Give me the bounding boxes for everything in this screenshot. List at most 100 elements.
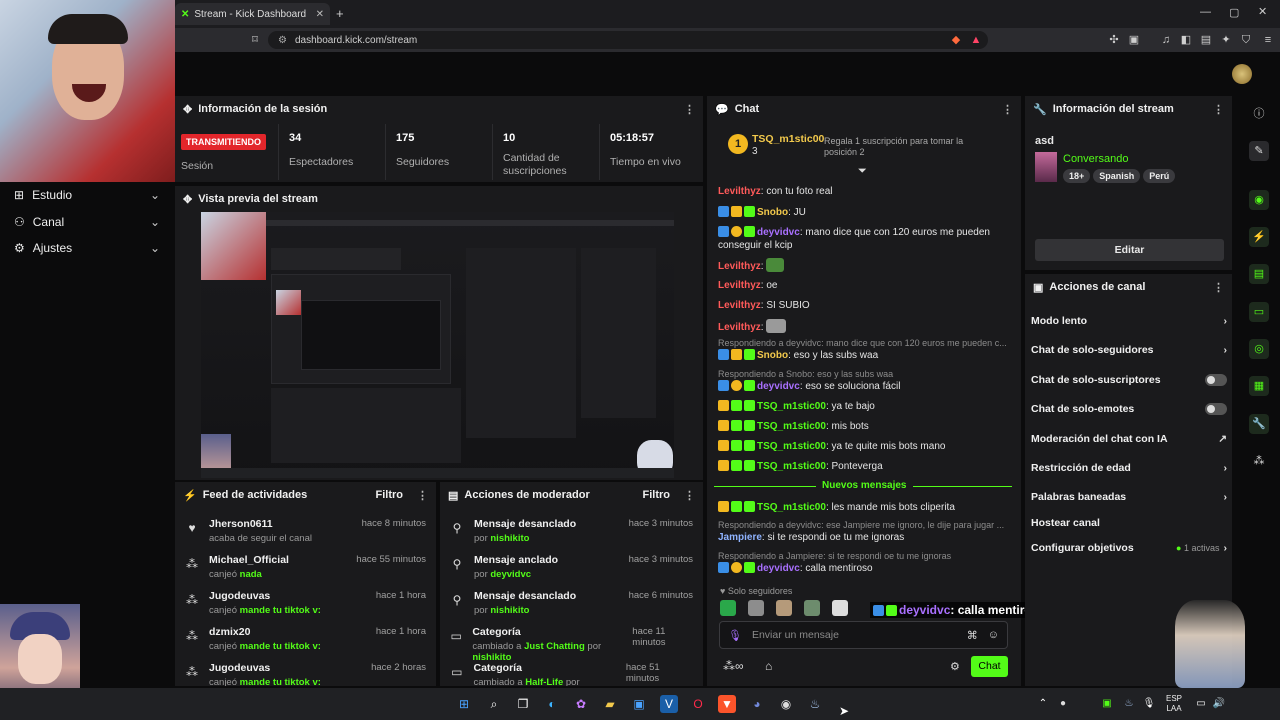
obs-icon[interactable]: ◉ xyxy=(777,695,795,713)
site-settings-icon[interactable]: ⚙ xyxy=(278,35,287,46)
close-window-button[interactable]: ✕ xyxy=(1258,5,1267,18)
chat-user[interactable]: TSQ_m1stic00 xyxy=(757,421,826,432)
emotes-only-toggle[interactable] xyxy=(1205,403,1227,415)
emote-5[interactable] xyxy=(832,600,848,616)
scroll-down-icon[interactable]: ⏷ xyxy=(858,165,867,178)
brave-shield-icon[interactable]: ◆ xyxy=(950,34,962,46)
emote-3[interactable] xyxy=(776,600,792,616)
tray-overflow-icon[interactable]: ⌃ xyxy=(1034,695,1052,713)
opera-icon[interactable]: O xyxy=(689,695,707,713)
url-field[interactable]: ⚙ dashboard.kick.com/stream xyxy=(268,31,988,49)
store-icon[interactable]: ⌂ xyxy=(765,659,772,673)
filter-button[interactable]: Filtro xyxy=(643,489,671,501)
layout-icon[interactable]: ▦ xyxy=(1249,376,1269,396)
chat-user[interactable]: Levilthyz xyxy=(718,261,761,272)
emote-2[interactable] xyxy=(748,600,764,616)
chat-user[interactable]: TSQ_m1stic00 xyxy=(757,502,826,513)
bookmark-icon[interactable]: ⌑ xyxy=(249,34,261,46)
panel-menu-icon[interactable]: ⋮ xyxy=(1213,103,1224,116)
reply-context[interactable]: Respondiendo a Snobo: eso y las subs waa xyxy=(718,369,1008,379)
filter-button[interactable]: Filtro xyxy=(376,489,404,501)
chat-icon[interactable]: ▭ xyxy=(1249,302,1269,322)
edit-icon[interactable]: ✎ xyxy=(1249,141,1269,161)
sidebar-icon[interactable]: ◧ xyxy=(1180,34,1192,46)
extensions-icon[interactable]: ✣ xyxy=(1108,34,1120,46)
camera-icon[interactable]: ◉ xyxy=(1249,190,1269,210)
gift-prompt[interactable]: Regala 1 suscripción para tomar la posic… xyxy=(824,136,994,158)
action-age-restriction[interactable]: Restricción de edad › xyxy=(1031,462,1227,474)
user-avatar[interactable] xyxy=(1232,64,1252,84)
minimize-button[interactable]: — xyxy=(1200,6,1211,18)
nav-item-ajustes[interactable]: ⚙ Ajustes ⌄ xyxy=(14,241,160,255)
document-icon[interactable]: ▤ xyxy=(1249,264,1269,284)
panel-menu-icon[interactable]: ⋮ xyxy=(684,489,695,502)
wallet-icon[interactable]: ▤ xyxy=(1200,34,1212,46)
chat-user[interactable]: TSQ_m1stic00 xyxy=(757,461,826,472)
kick-points-icon[interactable]: ⁂ xyxy=(1249,451,1269,471)
copilot-icon[interactable]: ✿ xyxy=(572,695,590,713)
music-icon[interactable]: ♫ xyxy=(1160,34,1172,46)
language-indicator[interactable]: ESP LAA xyxy=(1166,694,1182,714)
action-ai-moderation[interactable]: Moderación del chat con IA ↗ xyxy=(1031,433,1227,445)
tray-app-icon[interactable]: ● xyxy=(1054,695,1072,713)
wrench-icon[interactable]: 🔧 xyxy=(1249,414,1269,434)
action-host-channel[interactable]: Hostear canal xyxy=(1031,517,1227,529)
screenshot-icon[interactable]: ▣ xyxy=(1128,34,1140,46)
chat-input[interactable]: 🎙 Enviar un mensaje ⌘ ☺ xyxy=(719,621,1008,649)
chat-user[interactable]: Levilthyz xyxy=(718,280,761,291)
new-messages-label[interactable]: Nuevos mensajes xyxy=(816,480,913,491)
file-explorer-icon[interactable]: ▰ xyxy=(601,695,619,713)
start-icon[interactable]: ⊞ xyxy=(455,695,473,713)
kick-points-icon[interactable]: ⁂∞ xyxy=(723,659,744,673)
info-icon[interactable]: ⓘ xyxy=(1249,104,1269,124)
steam-icon[interactable]: ♨ xyxy=(806,695,824,713)
leo-ai-icon[interactable]: ✦ xyxy=(1220,34,1232,46)
emoji-icon[interactable]: ☺ xyxy=(988,629,999,641)
vpn-icon[interactable]: ⛉ xyxy=(1240,34,1252,46)
close-tab-icon[interactable]: ✕ xyxy=(316,9,324,20)
drag-handle-icon[interactable]: ✥ xyxy=(183,193,192,206)
emote-4[interactable] xyxy=(804,600,820,616)
chat-user[interactable]: Snobo xyxy=(757,207,788,218)
menu-icon[interactable]: ≡ xyxy=(1262,34,1274,46)
chat-user[interactable]: deyvidvc xyxy=(757,381,800,392)
network-icon[interactable]: ▭ xyxy=(1192,695,1210,713)
brave-rewards-icon[interactable]: ▲ xyxy=(970,34,982,46)
edge-icon[interactable]: ◐ xyxy=(543,695,561,713)
edit-button[interactable]: Editar xyxy=(1035,239,1224,261)
emote-1[interactable] xyxy=(720,600,736,616)
task-view-icon[interactable]: ❐ xyxy=(514,695,532,713)
stream-preview-video[interactable] xyxy=(201,212,674,478)
chat-user[interactable]: Jampiere xyxy=(718,532,762,543)
brave-icon[interactable]: ▼ xyxy=(718,695,736,713)
chat-user[interactable]: Levilthyz xyxy=(718,186,761,197)
reply-context[interactable]: Respondiendo a deyvidvc: ese Jampiere me… xyxy=(718,520,1008,530)
tray-mic-icon[interactable]: 🎙 xyxy=(1140,695,1158,713)
tray-app-icon[interactable]: ▣ xyxy=(1098,695,1116,713)
volume-icon[interactable]: 🔊 xyxy=(1210,695,1228,713)
drag-handle-icon[interactable]: ✥ xyxy=(183,103,192,116)
chat-user[interactable]: deyvidvc xyxy=(757,563,800,574)
chat-user[interactable]: deyvidvc xyxy=(757,227,800,238)
new-tab-button[interactable]: + xyxy=(336,6,344,21)
chat-user[interactable]: TSQ_m1stic00 xyxy=(757,441,826,452)
store-app-icon[interactable]: ▣ xyxy=(630,695,648,713)
panel-menu-icon[interactable]: ⋮ xyxy=(684,103,695,116)
nav-item-estudio[interactable]: ⊞ Estudio ⌄ xyxy=(14,188,160,202)
panel-menu-icon[interactable]: ⋮ xyxy=(1213,281,1224,294)
stream-category[interactable]: Conversando xyxy=(1063,153,1128,165)
reply-context[interactable]: Respondiendo a deyvidvc: mano dice que c… xyxy=(718,338,1008,348)
microphone-icon[interactable]: 🎙 xyxy=(728,629,742,642)
action-banned-words[interactable]: Palabras baneadas › xyxy=(1031,491,1227,503)
commands-icon[interactable]: ⌘ xyxy=(967,629,978,642)
maximize-button[interactable]: ▢ xyxy=(1229,6,1239,19)
chat-user[interactable]: Levilthyz xyxy=(718,322,761,333)
broadcast-icon[interactable]: ◎ xyxy=(1249,339,1269,359)
chat-user[interactable]: Snobo xyxy=(757,350,788,361)
action-followers-only[interactable]: Chat de solo-seguidores › xyxy=(1031,344,1227,356)
lightning-icon[interactable]: ⚡ xyxy=(1249,227,1269,247)
visual-studio-icon[interactable]: V xyxy=(660,695,678,713)
send-chat-button[interactable]: Chat xyxy=(971,656,1008,677)
action-configure-goals[interactable]: Configurar objetivos ● 1 activas › xyxy=(1031,542,1227,554)
chat-user[interactable]: TSQ_m1stic00 xyxy=(757,401,826,412)
